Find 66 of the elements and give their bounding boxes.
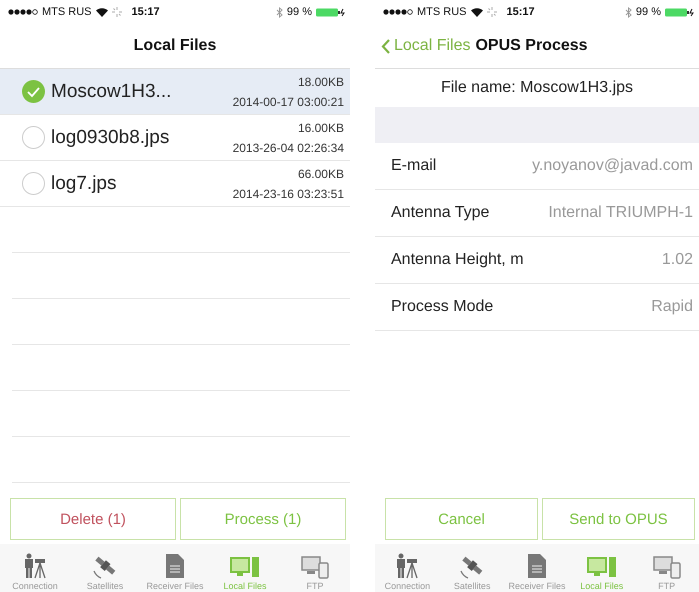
spinner-icon bbox=[486, 7, 496, 17]
wifi-icon bbox=[96, 8, 108, 16]
field-value[interactable]: y.noyanov@javad.com bbox=[532, 157, 693, 175]
document-icon bbox=[165, 553, 185, 579]
field-label: Antenna Height, m bbox=[391, 251, 524, 269]
file-row[interactable]: log7.jps 66.00KB 2014-23-16 03:23:51 bbox=[0, 161, 350, 207]
file-date: 2013-26-04 02:26:34 bbox=[232, 140, 344, 154]
signal-icon bbox=[8, 9, 38, 15]
devices-icon bbox=[301, 555, 329, 579]
action-button[interactable]: Send to OPUS bbox=[542, 498, 695, 540]
surveyor-tripod-icon bbox=[394, 553, 420, 579]
battery-icon bbox=[316, 8, 346, 16]
status-time: 15:17 bbox=[506, 6, 535, 18]
document-icon bbox=[526, 553, 547, 579]
field-label: E-mail bbox=[391, 157, 436, 175]
tab-item[interactable]: FTP bbox=[634, 544, 699, 592]
field-label: Process Mode bbox=[391, 298, 494, 316]
tab-item[interactable]: Local Files bbox=[569, 544, 634, 592]
battery-icon bbox=[665, 8, 695, 16]
action-button[interactable]: Delete (1) bbox=[10, 498, 176, 540]
screen-title: OPUS Process bbox=[475, 37, 588, 55]
file-row[interactable]: log0930b8.jps 16.00KB 2013-26-04 02:26:34 bbox=[0, 115, 350, 161]
signal-icon bbox=[383, 9, 413, 15]
monitor-icon bbox=[230, 555, 260, 579]
tab-item[interactable]: Local Files bbox=[210, 544, 280, 592]
radio-circle-icon bbox=[22, 126, 45, 149]
tab-item[interactable]: Receiver Files bbox=[140, 544, 210, 592]
surveyor-tripod-icon bbox=[22, 553, 48, 579]
field-value[interactable]: Rapid bbox=[651, 298, 693, 316]
field-value[interactable]: Internal TRIUMPH-1 bbox=[548, 204, 693, 222]
tab-item[interactable]: Connection bbox=[0, 544, 70, 592]
file-size: 66.00KB bbox=[298, 166, 344, 180]
action-button[interactable]: Process (1) bbox=[180, 498, 346, 540]
carrier-name: MTS RUS bbox=[42, 6, 92, 18]
field-value[interactable]: 1.02 bbox=[662, 251, 693, 269]
file-name-label: File name: Moscow1H3.jps bbox=[440, 78, 634, 98]
field-label: Antenna Type bbox=[391, 204, 490, 222]
file-date: 2014-23-16 03:23:51 bbox=[232, 186, 344, 200]
battery-percent: 99 % bbox=[286, 6, 312, 18]
tab-item[interactable]: Satellites bbox=[440, 544, 505, 592]
bluetooth-icon bbox=[624, 6, 632, 18]
tab-item[interactable]: Connection bbox=[375, 544, 440, 592]
file-size: 18.00KB bbox=[298, 74, 344, 88]
carrier-name: MTS RUS bbox=[417, 6, 466, 18]
action-button[interactable]: Cancel bbox=[385, 498, 538, 540]
monitor-icon bbox=[586, 555, 617, 579]
radio-circle-icon bbox=[22, 172, 45, 195]
file-date: 2014-00-17 03:00:21 bbox=[232, 94, 344, 108]
devices-icon bbox=[652, 555, 681, 579]
bluetooth-icon bbox=[276, 6, 283, 18]
back-button[interactable]: Local Files bbox=[375, 37, 476, 55]
screen-title: Local Files bbox=[134, 37, 216, 55]
tab-item[interactable]: Satellites bbox=[70, 544, 140, 592]
file-row[interactable]: Moscow1H3... 18.00KB 2014-00-17 03:00:21 bbox=[0, 69, 350, 115]
file-name: log7.jps bbox=[51, 172, 118, 194]
checkmark-icon bbox=[22, 80, 45, 103]
status-time: 15:17 bbox=[132, 6, 160, 18]
wifi-icon bbox=[470, 8, 482, 16]
file-size: 16.00KB bbox=[298, 120, 344, 134]
file-name: log0930b8.jps bbox=[51, 126, 170, 148]
tab-item[interactable]: FTP bbox=[280, 544, 350, 592]
tab-item[interactable]: Receiver Files bbox=[504, 544, 570, 592]
battery-percent: 99 % bbox=[636, 6, 661, 18]
spinner-icon bbox=[112, 7, 122, 17]
file-name: Moscow1H3... bbox=[51, 80, 172, 102]
back-chevron-icon bbox=[381, 38, 390, 54]
